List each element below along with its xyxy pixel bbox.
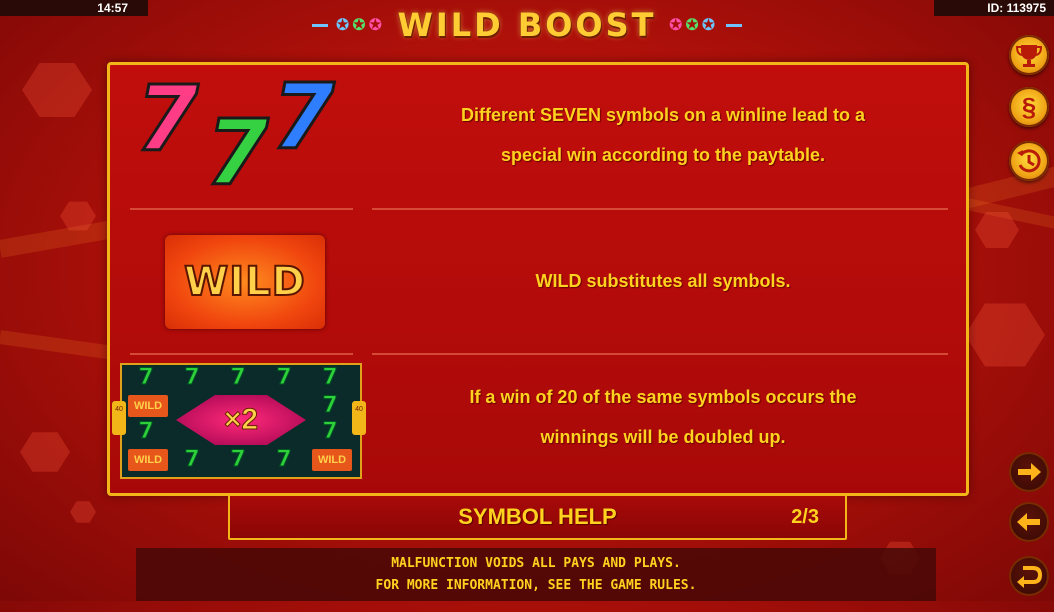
divider xyxy=(372,353,948,355)
seven-green-icon: 7 xyxy=(205,101,271,206)
star-icon: ✪ xyxy=(335,17,353,34)
arrow-right-icon xyxy=(1018,463,1041,481)
arrow-left-icon xyxy=(1017,513,1040,531)
right-stars: ✪✪✪ xyxy=(669,15,742,35)
multiplier-description: If a win of 20 of the same symbols occur… xyxy=(372,377,954,457)
description-line: If a win of 20 of the same symbols occur… xyxy=(469,387,857,407)
star-icon: ✪ xyxy=(368,17,386,34)
next-page-button[interactable] xyxy=(1009,452,1049,492)
seven-icon: 7 xyxy=(138,365,154,391)
star-icon: ✪ xyxy=(668,17,686,34)
help-page-title: SYMBOL HELP xyxy=(458,504,617,529)
disclaimer-line: MALFUNCTION VOIDS ALL PAYS AND PLAYS. xyxy=(391,556,681,571)
trophy-icon xyxy=(1015,45,1043,67)
page-indicator: 2/3 xyxy=(791,506,819,528)
seven-icon: 7 xyxy=(322,419,338,445)
seven-description: Different SEVEN symbols on a winline lea… xyxy=(372,95,954,175)
return-icon xyxy=(1017,566,1043,588)
seven-symbols-image: 7 7 7 xyxy=(130,69,360,209)
multiplier-board-image: 7 7 7 7 7 WILD 7 7 7 WILD 7 7 7 WILD ×2 xyxy=(120,363,362,479)
seven-icon: 7 xyxy=(322,365,338,391)
star-line-decoration xyxy=(312,24,329,28)
section-icon: § xyxy=(1021,92,1037,122)
multiplier-label: ×2 xyxy=(223,403,259,437)
wild-mini-label: WILD xyxy=(128,449,168,471)
lines-tag-left: 40 xyxy=(112,401,126,435)
description-line: Different SEVEN symbols on a winline lea… xyxy=(460,105,866,125)
wild-mini-label: WILD xyxy=(312,449,352,471)
game-title: WILD BOOST xyxy=(397,6,657,44)
lines-tag-right: 40 xyxy=(352,401,366,435)
divider xyxy=(130,353,353,355)
seven-icon: 7 xyxy=(184,447,200,473)
seven-icon: 7 xyxy=(230,447,246,473)
history-button[interactable] xyxy=(1009,141,1049,181)
divider xyxy=(130,208,353,210)
star-line-decoration xyxy=(725,24,742,28)
paytable-button[interactable] xyxy=(1009,35,1049,75)
seven-icon: 7 xyxy=(138,419,154,445)
symbol-row-seven: 7 7 7 Different SEVEN symbols on a winli… xyxy=(110,65,966,210)
seven-red-icon: 7 xyxy=(135,67,201,172)
disclaimer: MALFUNCTION VOIDS ALL PAYS AND PLAYS. FO… xyxy=(136,548,936,601)
help-page-bar: SYMBOL HELP 2/3 xyxy=(228,494,847,540)
description-line: WILD substitutes all symbols. xyxy=(535,271,791,291)
previous-page-button[interactable] xyxy=(1009,502,1049,542)
wild-mini-label: WILD xyxy=(128,395,168,417)
wild-description: WILD substitutes all symbols. xyxy=(372,261,954,301)
seven-icon: 7 xyxy=(230,365,246,391)
game-logo: ✪✪✪ WILD BOOST ✪✪✪ xyxy=(0,6,1054,44)
back-to-game-button[interactable] xyxy=(1009,556,1049,596)
star-icon: ✪ xyxy=(701,17,719,34)
wild-symbol-image: WILD xyxy=(165,235,325,329)
disclaimer-line: FOR MORE INFORMATION, SEE THE GAME RULES… xyxy=(375,578,697,593)
seven-blue-icon: 7 xyxy=(271,65,337,170)
star-icon: ✪ xyxy=(352,17,369,34)
symbol-row-wild: WILD WILD substitutes all symbols. xyxy=(110,211,966,351)
symbol-row-multiplier: 7 7 7 7 7 WILD 7 7 7 WILD 7 7 7 WILD ×2 … xyxy=(110,357,966,493)
description-line: special win according to the paytable. xyxy=(500,145,826,165)
seven-icon: 7 xyxy=(322,393,338,419)
seven-icon: 7 xyxy=(276,365,292,391)
seven-icon: 7 xyxy=(276,447,292,473)
wild-symbol-label: WILD xyxy=(183,258,306,306)
rules-button[interactable]: § xyxy=(1009,87,1049,127)
seven-icon: 7 xyxy=(184,365,200,391)
description-line: winnings will be doubled up. xyxy=(540,427,786,447)
history-icon xyxy=(1017,149,1041,173)
left-stars: ✪✪✪ xyxy=(312,15,385,35)
symbol-help-panel: 7 7 7 Different SEVEN symbols on a winli… xyxy=(107,62,969,496)
divider xyxy=(372,208,948,210)
star-icon: ✪ xyxy=(685,17,702,34)
